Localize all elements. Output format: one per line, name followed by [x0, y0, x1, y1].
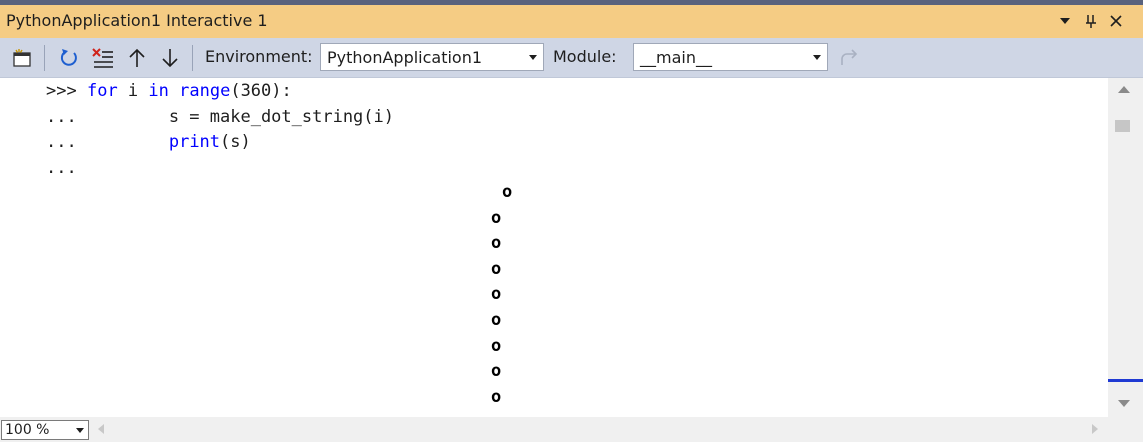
caret-position-marker [1108, 379, 1143, 382]
chevron-down-icon [529, 55, 537, 60]
code-text: (360): [230, 81, 292, 101]
environment-label: Environment: [205, 47, 313, 66]
output-dot: o [491, 207, 502, 228]
module-value: __main__ [640, 48, 712, 67]
chevron-down-icon [813, 55, 821, 60]
output-dot: o [491, 233, 502, 254]
environment-value: PythonApplication1 [327, 48, 483, 67]
console-line: ... print(s) [46, 130, 251, 156]
code-text: (s) [220, 132, 251, 152]
status-bar: 100 % [0, 417, 1143, 442]
console-prompt: ... [46, 157, 77, 178]
vertical-scrollbar[interactable] [1108, 78, 1143, 417]
environment-dropdown[interactable]: PythonApplication1 [320, 43, 544, 71]
reset-button[interactable] [56, 45, 82, 71]
history-next-button[interactable] [157, 45, 183, 71]
window-menu-button[interactable] [1054, 9, 1076, 33]
console-prompt: >>> [46, 81, 77, 101]
pin-icon [1086, 15, 1096, 28]
toolbar: Environment: PythonApplication1 Module: … [0, 38, 1143, 78]
module-dropdown[interactable]: __main__ [633, 43, 828, 71]
attach-debugger-button[interactable] [836, 45, 862, 71]
scroll-down-icon[interactable] [1118, 400, 1130, 407]
arrow-up-icon [129, 48, 145, 67]
cancel-lines-icon [92, 48, 113, 68]
output-dot: o [491, 258, 502, 279]
output-dot: o [491, 310, 502, 330]
history-previous-button[interactable] [124, 45, 150, 71]
code-keyword: for [86, 81, 118, 101]
close-icon [1110, 15, 1122, 27]
console-line: >>> for i in range(360): [46, 79, 292, 105]
arrow-down-icon [162, 49, 178, 68]
close-button[interactable] [1105, 9, 1127, 33]
code-keyword: print [168, 132, 221, 152]
scroll-right-icon[interactable] [1092, 424, 1098, 434]
refresh-icon [60, 49, 77, 66]
window-title: PythonApplication1 Interactive 1 [6, 11, 268, 30]
code-text: i [117, 81, 149, 101]
console-prompt: ... [46, 132, 77, 152]
console-line: ... [46, 156, 77, 182]
toolbar-separator [192, 45, 193, 71]
scroll-left-icon[interactable] [98, 424, 104, 434]
scroll-up-icon[interactable] [1118, 86, 1130, 93]
output-dot: o [491, 284, 502, 305]
output-dot: o [491, 335, 502, 356]
cancel-execution-button[interactable] [90, 45, 116, 71]
title-bar: PythonApplication1 Interactive 1 [0, 5, 1143, 38]
module-label: Module: [553, 47, 617, 66]
zoom-dropdown[interactable]: 100 % [1, 420, 89, 440]
scroll-thumb[interactable] [1115, 120, 1130, 132]
chevron-down-icon [76, 428, 84, 433]
redo-arrow-icon [841, 49, 858, 65]
console-line: ... s = make_dot_string(i) [46, 105, 394, 131]
output-dot: o [491, 361, 502, 382]
code-keyword: range [179, 81, 231, 101]
toolbar-separator [44, 45, 45, 71]
interactive-console[interactable]: >>> for i in range(360):... s = make_dot… [0, 78, 1108, 417]
pin-button[interactable] [1080, 9, 1102, 33]
new-window-icon [13, 49, 31, 67]
code-text: s = make_dot_string(i) [76, 106, 394, 127]
dropdown-triangle-icon [1060, 18, 1070, 24]
workspace-button[interactable] [9, 45, 35, 71]
console-prompt: ... [46, 106, 77, 127]
output-dot: o [491, 386, 502, 407]
output-dot: o [502, 182, 513, 202]
zoom-value: 100 % [5, 422, 50, 438]
code-keyword: in [148, 81, 169, 101]
